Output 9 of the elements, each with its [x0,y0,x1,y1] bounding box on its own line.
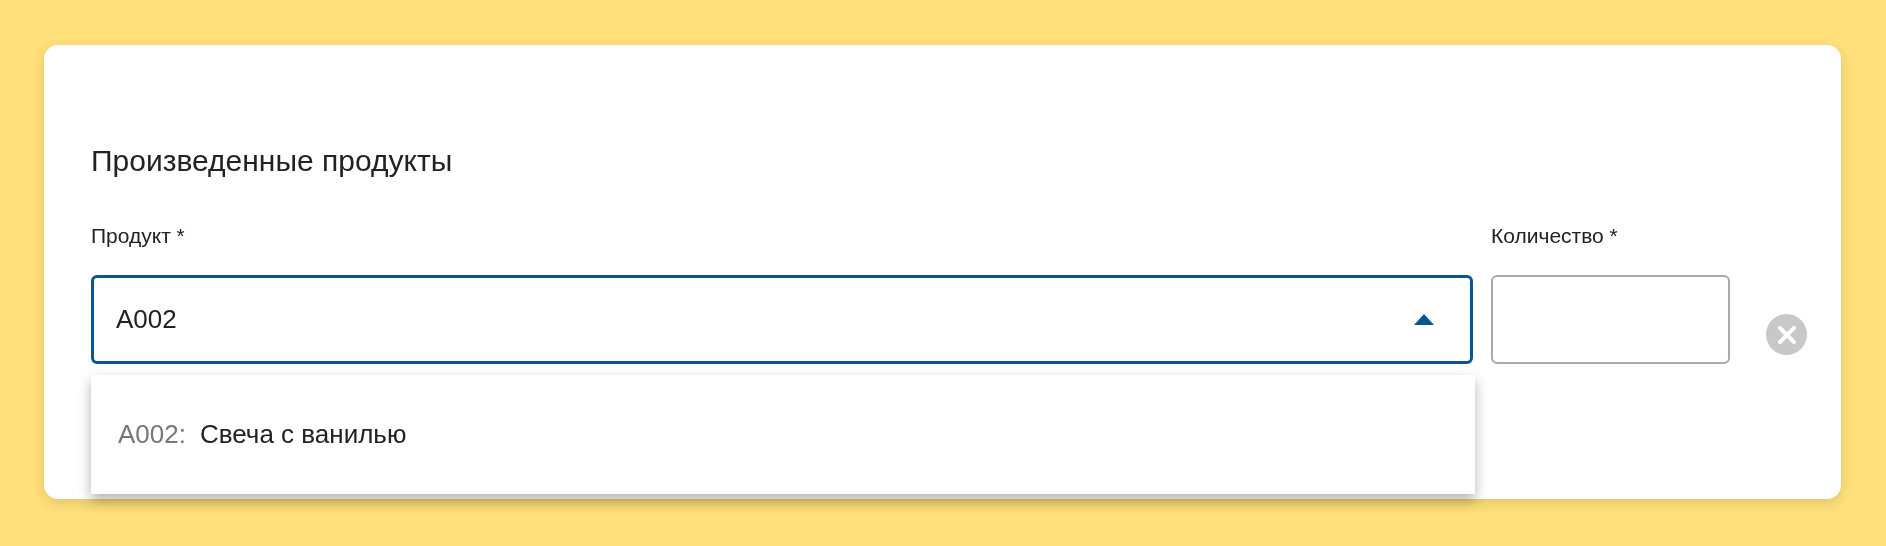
caret-icon [1414,314,1434,325]
quantity-input[interactable] [1491,275,1730,364]
product-combobox[interactable]: A002 [91,275,1473,364]
field-label: Продукт * [91,223,186,249]
dropdown-option[interactable]: A002: Свеча с ванилью [91,404,1475,465]
field-label: Количество * [1491,223,1619,249]
clear-button[interactable] [1766,314,1807,355]
section-title: Произведенные продукты [91,143,454,179]
close-icon [1777,325,1796,344]
